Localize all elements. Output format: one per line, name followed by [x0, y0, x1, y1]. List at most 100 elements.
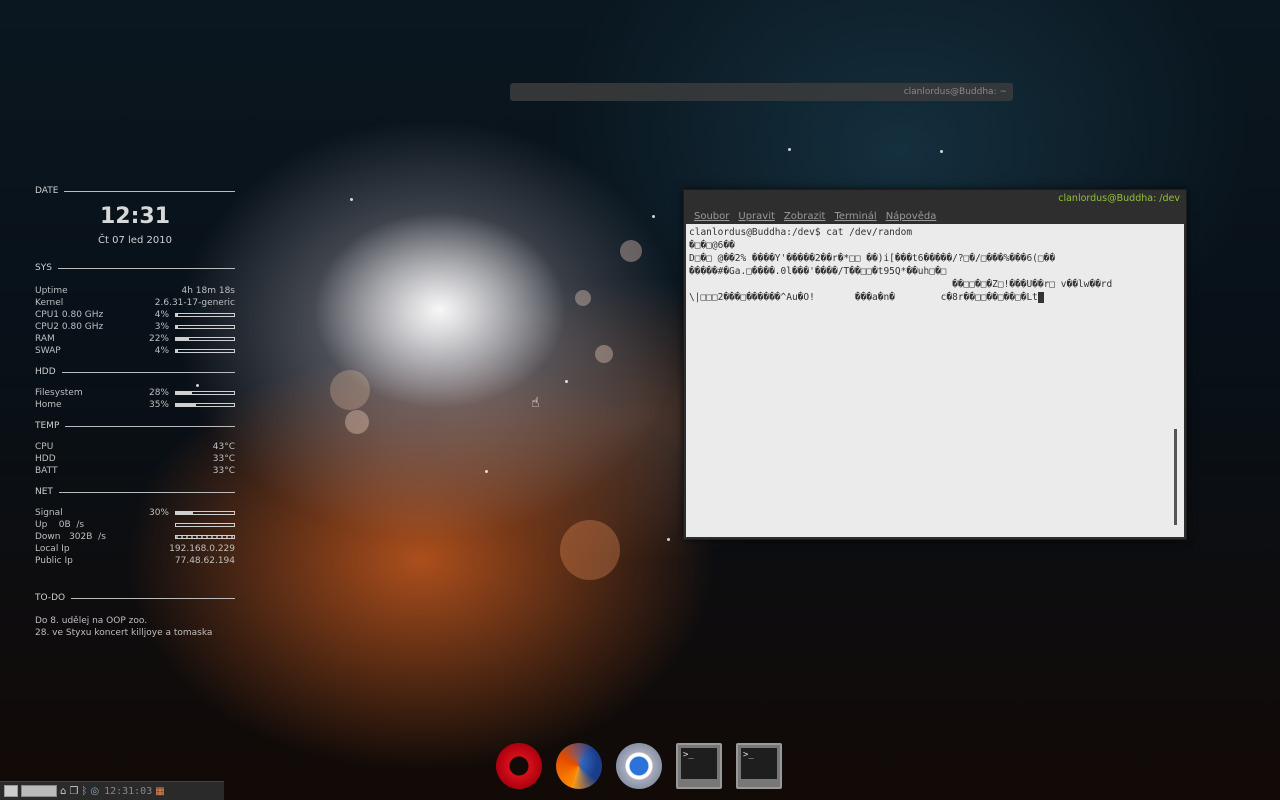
uptime-row: Uptime 4h 18m 18s [35, 285, 235, 297]
spark [565, 380, 568, 383]
signal-bar-fill [176, 512, 194, 514]
inactive-window-titlebar[interactable]: clanlordus@Buddha: ~ [510, 83, 1013, 101]
swap-bar [175, 349, 235, 353]
spark [940, 150, 943, 153]
cpu2-bar-fill [176, 326, 178, 328]
hand-cursor-icon: ☝ [531, 395, 540, 411]
window-switcher-icon[interactable]: ❐ [69, 786, 78, 797]
terminal-titlebar[interactable]: clanlordus@Buddha: /dev [684, 190, 1186, 208]
app-grid-icon[interactable]: ▦ [155, 786, 164, 797]
todo-item: 28. ve Styxu koncert killjoye a tomaska [35, 628, 213, 638]
filesystem-pct: 28% [148, 388, 169, 398]
signal-label: Signal [35, 508, 63, 518]
temp-cpu-value: 43°C [212, 442, 235, 452]
upload-graph [175, 523, 235, 527]
pager-button[interactable] [21, 785, 57, 797]
up-row: Up 0B /s [35, 519, 235, 531]
temp-batt-label: BATT [35, 466, 58, 476]
spark [652, 215, 655, 218]
home-bar [175, 403, 235, 407]
bokeh-light [345, 410, 369, 434]
public-ip-label: Public Ip [35, 556, 73, 566]
terminal-scrollbar[interactable] [1174, 429, 1177, 525]
hdd-heading: HDD [35, 367, 235, 377]
temp-hdd-row: HDD 33°C [35, 453, 235, 465]
public-ip-row: Public Ip 77.48.62.194 [35, 555, 235, 567]
swap-pct: 4% [154, 346, 169, 356]
net-heading-label: NET [35, 487, 53, 497]
signal-bar [175, 511, 235, 515]
menu-terminal[interactable]: Terminál [834, 211, 876, 222]
terminal-menubar: Soubor Upravit Zobrazit Terminál Nápověd… [684, 208, 1186, 224]
ram-row: RAM 22% [35, 333, 235, 345]
bokeh-light [560, 520, 620, 580]
clock-date: Čt 07 led 2010 [98, 235, 172, 246]
terminal-icon-screen: >_ [681, 748, 717, 779]
filesystem-row: Filesystem 28% [35, 387, 235, 399]
power-icon[interactable]: ◎ [90, 786, 99, 797]
temp-cpu-row: CPU 43°C [35, 441, 235, 453]
terminal-cursor [1037, 292, 1044, 303]
terminal-title: clanlordus@Buddha: /dev [1058, 193, 1180, 204]
terminal-line: ��□□�□�Z□!���U��r□ v��lw��rd [689, 279, 1113, 290]
terminal-icon[interactable]: >_ [736, 743, 782, 789]
filesystem-label: Filesystem [35, 388, 83, 398]
terminal-window[interactable]: clanlordus@Buddha: /dev Soubor Upravit Z… [683, 189, 1187, 540]
clock-time: 12:31 [99, 204, 171, 229]
ram-pct: 22% [148, 334, 169, 344]
opera-icon[interactable] [496, 743, 542, 789]
home-pct: 35% [148, 400, 169, 410]
network-icon[interactable]: ⌂ [60, 786, 66, 797]
hdd-heading-label: HDD [35, 367, 56, 377]
uptime-value: 4h 18m 18s [181, 286, 235, 296]
cpu2-bar [175, 325, 235, 329]
menu-view[interactable]: Zobrazit [784, 211, 826, 222]
kernel-row: Kernel 2.6.31-17-generic [35, 297, 235, 309]
todo-heading-label: TO-DO [35, 593, 66, 603]
cpu2-row: CPU2 0.80 GHz 3% [35, 321, 235, 333]
bluetooth-icon[interactable]: ᛒ [81, 786, 87, 797]
temp-hdd-label: HDD [35, 454, 56, 464]
show-desktop-button[interactable] [4, 785, 18, 797]
menu-edit[interactable]: Upravit [738, 211, 775, 222]
terminal-output[interactable]: clanlordus@Buddha:/dev$ cat /dev/random �… [686, 224, 1184, 537]
cpu1-row: CPU1 0.80 GHz 4% [35, 309, 235, 321]
menu-file[interactable]: Soubor [694, 211, 729, 222]
ram-bar-fill [176, 338, 189, 340]
cpu2-label: CPU2 0.80 GHz [35, 322, 104, 332]
net-heading: NET [35, 487, 235, 497]
cpu1-pct: 4% [154, 310, 169, 320]
terminal-icon-screen: >_ [741, 748, 777, 779]
terminal-line: \|□□□2���□������^Au�O! ���a�n� c�8r��□□�… [689, 292, 1038, 303]
signal-row: Signal 30% [35, 507, 235, 519]
ram-label: RAM [35, 334, 55, 344]
home-bar-fill [176, 404, 197, 406]
local-ip-row: Local Ip 192.168.0.229 [35, 543, 235, 555]
cpu2-pct: 3% [154, 322, 169, 332]
swap-bar-fill [176, 350, 179, 352]
chromium-icon[interactable] [616, 743, 662, 789]
terminal-line: D□�□ @��2% ����Y'�����2��r�*□□ ��)i[���t… [689, 253, 1056, 264]
bokeh-light [575, 290, 591, 306]
terminal-line: �□�□@6�� [689, 240, 735, 251]
conky-panel: DATE 12:31 Čt 07 led 2010 SYS Uptime 4h … [35, 186, 235, 639]
bokeh-light [330, 370, 370, 410]
signal-pct: 30% [148, 508, 169, 518]
temp-hdd-value: 33°C [212, 454, 235, 464]
kernel-label: Kernel [35, 298, 64, 308]
terminal-line: �����#�Ga.□����.0l���'����/T��□□�t95Q*��… [689, 266, 947, 277]
down-row: Down 302B /s [35, 531, 235, 543]
menu-help[interactable]: Nápověda [886, 211, 937, 222]
cpu1-bar [175, 313, 235, 317]
todo-item: Do 8. udělej na OOP zoo. [35, 616, 148, 626]
firefox-icon[interactable] [556, 743, 602, 789]
public-ip-value: 77.48.62.194 [174, 556, 235, 566]
terminal-icon[interactable]: >_ [676, 743, 722, 789]
panel-clock[interactable]: 12:31:03 [104, 786, 152, 797]
temp-cpu-label: CPU [35, 442, 54, 452]
swap-label: SWAP [35, 346, 61, 356]
spark [350, 198, 353, 201]
uptime-label: Uptime [35, 286, 68, 296]
temp-heading: TEMP [35, 421, 235, 431]
bottom-panel: ⌂ ❐ ᛒ ◎ 12:31:03 ▦ [0, 781, 224, 800]
